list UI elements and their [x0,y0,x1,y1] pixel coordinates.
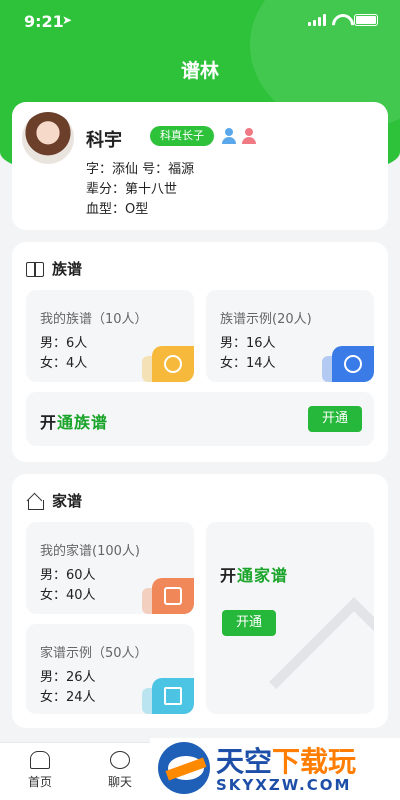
female-count: 女：40人 [40,588,96,603]
female-count: 女：4人 [40,356,88,371]
watermark: 天空下载玩 SKYXZW.COM [150,738,400,800]
book-icon [26,261,44,277]
jiapu-example-tile[interactable]: 家谱示例（50人） 男：26人 女：24人 [26,624,194,714]
jiapu-section: 家谱 我的家谱(100人) 男：60人 女：40人 家谱示例（50人） 男：26… [12,474,388,728]
open-zupu-button[interactable]: 开通 [308,406,362,432]
house-icon [26,493,44,510]
signal-icon [308,14,326,26]
page-title: 谱林 [180,60,219,82]
male-count: 男：16人 [220,336,276,351]
male-count: 男：26人 [40,670,96,685]
blood-type: 血型：O型 [86,202,149,217]
image-icon [142,578,194,614]
female-count: 女：24人 [40,690,96,705]
zupu-heading: 族谱 [26,258,82,279]
jiapu-title: 家谱 [52,492,83,510]
open-zupu-banner[interactable]: 开通族谱 开通 [26,392,374,446]
profile-name: 科宇 [86,130,122,151]
open-jiapu-button[interactable]: 开通 [222,610,276,636]
tab-home[interactable]: 首页 [20,751,60,790]
zupu-title: 族谱 [52,260,83,278]
tab-chat-label: 聊天 [107,775,132,789]
group-icon [322,346,374,382]
status-bar: 9:21 ➤ [0,0,400,44]
my-jiapu-tile[interactable]: 我的家谱(100人) 男：60人 女：40人 [26,522,194,614]
house-watermark-icon [269,597,374,714]
zupu-section: 族谱 我的族谱（10人） 男：6人 女：4人 族谱示例(20人) 男：16人 女… [12,242,388,462]
jiapu-heading: 家谱 [26,490,82,511]
male-icon [222,128,236,144]
female-icon [242,128,256,144]
tile-title: 族谱示例(20人) [220,312,312,327]
open-jiapu-panel[interactable]: 开通家谱 开通 [206,522,374,714]
my-zupu-tile[interactable]: 我的族谱（10人） 男：6人 女：4人 [26,290,194,382]
zupu-example-tile[interactable]: 族谱示例(20人) 男：16人 女：14人 [206,290,374,382]
courtesy-name: 字：添仙 号：福源 [86,162,195,177]
status-time: 9:21 [24,12,64,31]
male-count: 男：6人 [40,336,88,351]
open-jiapu-logo: 开通家谱 [220,566,289,585]
tile-title: 我的族谱（10人） [40,312,148,327]
battery-icon [354,14,378,26]
wifi-icon [332,14,348,26]
chat-icon [110,751,130,769]
watermark-logo-icon [158,742,210,794]
avatar[interactable] [22,112,74,164]
home-icon [30,751,50,769]
female-count: 女：14人 [220,356,276,371]
open-zupu-logo: 开通族谱 [40,413,109,432]
tile-title: 家谱示例（50人） [40,646,148,661]
watermark-text: 天空下载玩 [216,745,357,778]
tile-title: 我的家谱(100人) [40,544,140,559]
location-arrow-icon: ➤ [62,13,73,27]
profile-card[interactable]: 科宇 科真长子 字：添仙 号：福源 辈分：第十八世 血型：O型 [12,102,388,230]
watermark-url: SKYXZW.COM [216,776,352,794]
person-icon [142,346,194,382]
grid-icon [142,678,194,714]
tab-chat[interactable]: 聊天 [100,751,140,790]
role-badge: 科真长子 [150,126,214,146]
generation: 辈分：第十八世 [86,182,178,197]
male-count: 男：60人 [40,568,96,583]
tab-home-label: 首页 [27,775,52,789]
